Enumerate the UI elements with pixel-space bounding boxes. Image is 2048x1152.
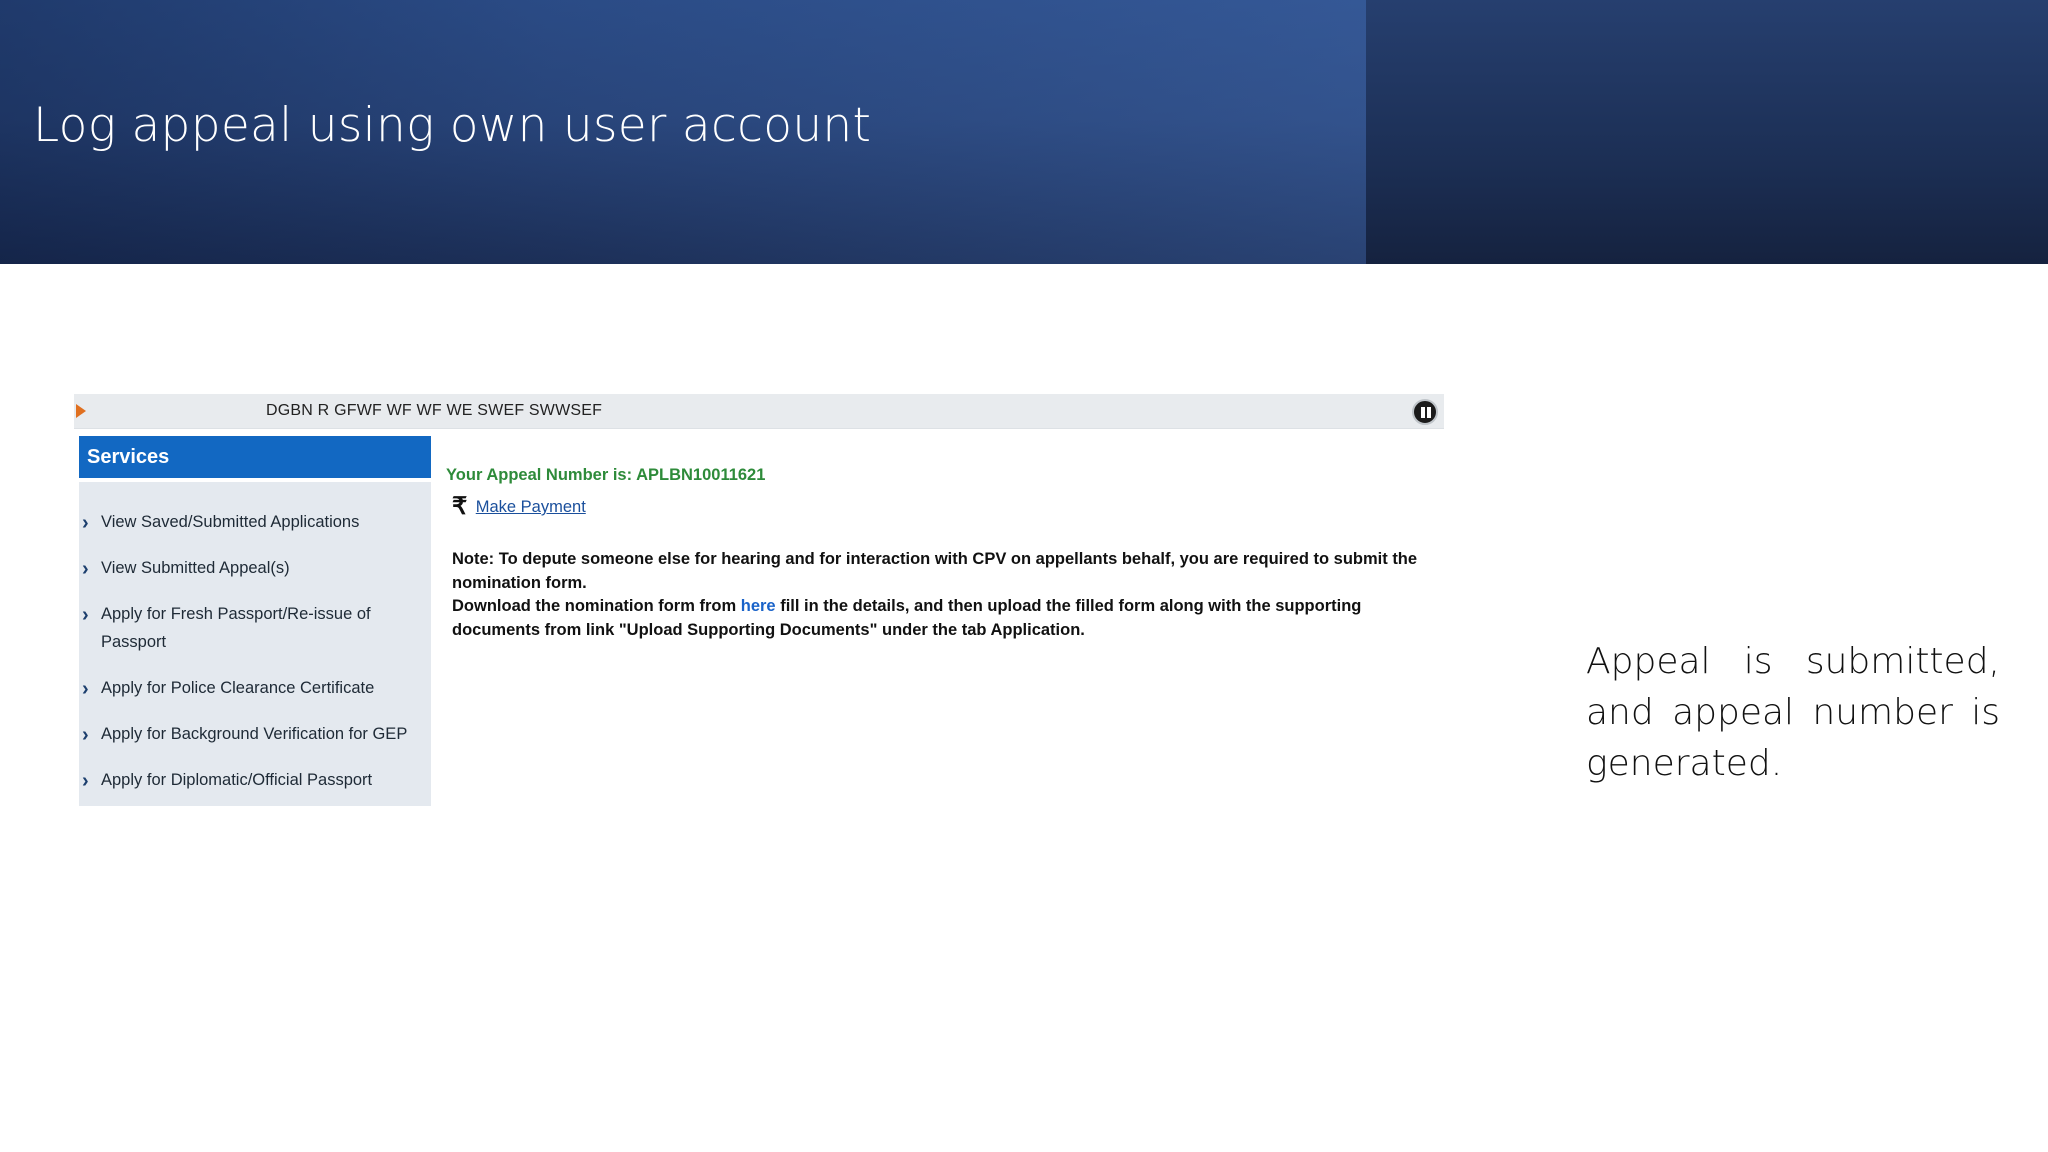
appeal-confirmation-panel: Your Appeal Number is: APLBN10011621 ₹ M… xyxy=(446,436,1441,806)
menu-item-apply-diplomatic-passport[interactable]: › Apply for Diplomatic/Official Passport xyxy=(79,766,431,794)
chevron-right-icon: › xyxy=(82,604,89,626)
embedded-screenshot: DGBN R GFWF WF WF WE SWEF SWWSEF Service… xyxy=(74,390,1446,810)
menu-item-label: Apply for Fresh Passport/Re-issue of Pas… xyxy=(101,605,371,651)
chevron-right-icon: › xyxy=(82,770,89,792)
menu-item-apply-background-verification[interactable]: › Apply for Background Verification for … xyxy=(79,720,431,748)
nomination-note: Note: To depute someone else for hearing… xyxy=(452,548,1422,642)
services-header: Services xyxy=(79,436,431,482)
menu-item-apply-fresh-passport[interactable]: › Apply for Fresh Passport/Re-issue of P… xyxy=(79,600,431,656)
slide-title: Log appeal using own user account xyxy=(33,98,872,153)
menu-item-label: Apply for Police Clearance Certificate xyxy=(101,679,375,697)
slide-title-band: Log appeal using own user account xyxy=(0,0,2048,264)
nomination-form-here-link[interactable]: here xyxy=(741,597,776,615)
appeal-number-text: Your Appeal Number is: APLBN10011621 xyxy=(446,466,766,484)
ticker-text: DGBN R GFWF WF WF WE SWEF SWWSEF xyxy=(266,402,603,419)
chevron-right-icon: › xyxy=(82,558,89,580)
services-menu: › View Saved/Submitted Applications › Vi… xyxy=(79,508,431,812)
menu-item-label: View Submitted Appeal(s) xyxy=(101,559,290,577)
menu-item-label: Apply for Background Verification for GE… xyxy=(101,725,408,743)
chevron-right-icon: › xyxy=(82,512,89,534)
slide-caption: Appeal is submitted, and appeal number i… xyxy=(1586,641,2000,784)
make-payment-row: ₹ Make Payment xyxy=(452,492,586,521)
pause-circle-icon[interactable] xyxy=(1412,399,1438,425)
services-sidebar: Services › View Saved/Submitted Applicat… xyxy=(79,436,431,806)
menu-item-label: View Saved/Submitted Applications xyxy=(101,513,360,531)
chevron-right-icon: › xyxy=(82,678,89,700)
menu-item-apply-police-clearance[interactable]: › Apply for Police Clearance Certificate xyxy=(79,674,431,702)
title-band-shade xyxy=(1366,0,2048,264)
menu-item-view-saved-applications[interactable]: › View Saved/Submitted Applications xyxy=(79,508,431,536)
chevron-right-icon: › xyxy=(82,724,89,746)
news-ticker: DGBN R GFWF WF WF WE SWEF SWWSEF xyxy=(74,394,1444,429)
note-line-1: Note: To depute someone else for hearing… xyxy=(452,550,1418,592)
menu-item-label: Apply for Diplomatic/Official Passport xyxy=(101,771,373,789)
note-line-2: Download the nomination form from here f… xyxy=(452,595,1422,642)
menu-item-view-submitted-appeals[interactable]: › View Submitted Appeal(s) xyxy=(79,554,431,582)
rupee-icon: ₹ xyxy=(452,493,468,520)
ticker-arrow-icon xyxy=(76,404,86,418)
services-header-label: Services xyxy=(87,446,170,468)
note-line-2-prefix: Download the nomination form from xyxy=(452,597,737,615)
make-payment-link[interactable]: Make Payment xyxy=(476,498,586,516)
